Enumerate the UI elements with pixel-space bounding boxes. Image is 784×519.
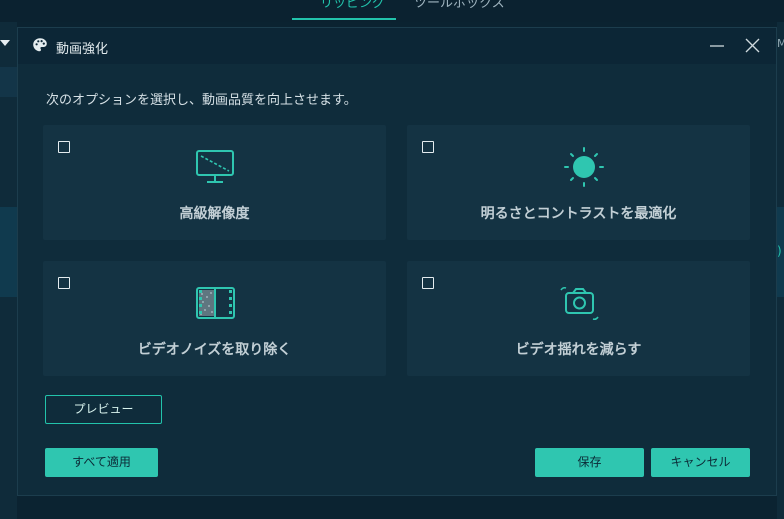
denoise-label: ビデオノイズを取り除く (137, 342, 292, 358)
apply-all-button[interactable]: すべて適用 (45, 448, 158, 477)
stabilize-label: ビデオ揺れを減らす (515, 342, 642, 358)
active-tab-indicator (292, 18, 396, 20)
option-card-stabilize[interactable]: ビデオ揺れを減らす (407, 261, 750, 376)
minimize-icon (710, 45, 724, 47)
dropdown-caret-icon[interactable] (0, 40, 10, 46)
cancel-button[interactable]: キャンセル (651, 448, 750, 477)
stabilize-checkbox[interactable] (422, 277, 434, 289)
background-left-panel (0, 22, 17, 519)
video-enhance-dialog: 動画強化 次のオプションを選択し、動画品質を向上させます。 高級解像度 明るさと… (17, 27, 777, 496)
brightness-label: 明るさとコントラストを最適化 (480, 206, 677, 222)
background-row-selected (0, 207, 17, 297)
save-button[interactable]: 保存 (535, 448, 644, 477)
upscale-label: 高級解像度 (179, 206, 250, 222)
dialog-prompt: 次のオプションを選択し、動画品質を向上させます。 (46, 93, 357, 108)
background-edge-text: M (777, 37, 784, 50)
preview-button[interactable]: プレビュー (45, 395, 162, 424)
brightness-icon (562, 145, 606, 189)
close-button[interactable] (740, 34, 764, 58)
option-card-denoise[interactable]: ビデオノイズを取り除く (43, 261, 386, 376)
dialog-title: 動画強化 (56, 42, 109, 57)
upscale-checkbox[interactable] (58, 141, 70, 153)
tab-toolbox[interactable]: ツールボックス (414, 0, 505, 18)
palette-icon (32, 37, 48, 53)
option-card-upscale[interactable]: 高級解像度 (43, 125, 386, 240)
close-icon (745, 38, 760, 53)
background-edge-paren: ) (777, 244, 782, 258)
minimize-button[interactable] (705, 34, 729, 58)
denoise-checkbox[interactable] (58, 277, 70, 289)
background-right-panel (777, 22, 784, 519)
monitor-icon (193, 145, 237, 189)
camera-shake-icon (557, 281, 601, 325)
dialog-titlebar: 動画強化 (18, 28, 776, 64)
brightness-checkbox[interactable] (422, 141, 434, 153)
background-row (0, 67, 17, 97)
tab-ripping[interactable]: リッピング (320, 0, 385, 18)
film-noise-icon (193, 281, 237, 325)
option-card-brightness[interactable]: 明るさとコントラストを最適化 (407, 125, 750, 240)
